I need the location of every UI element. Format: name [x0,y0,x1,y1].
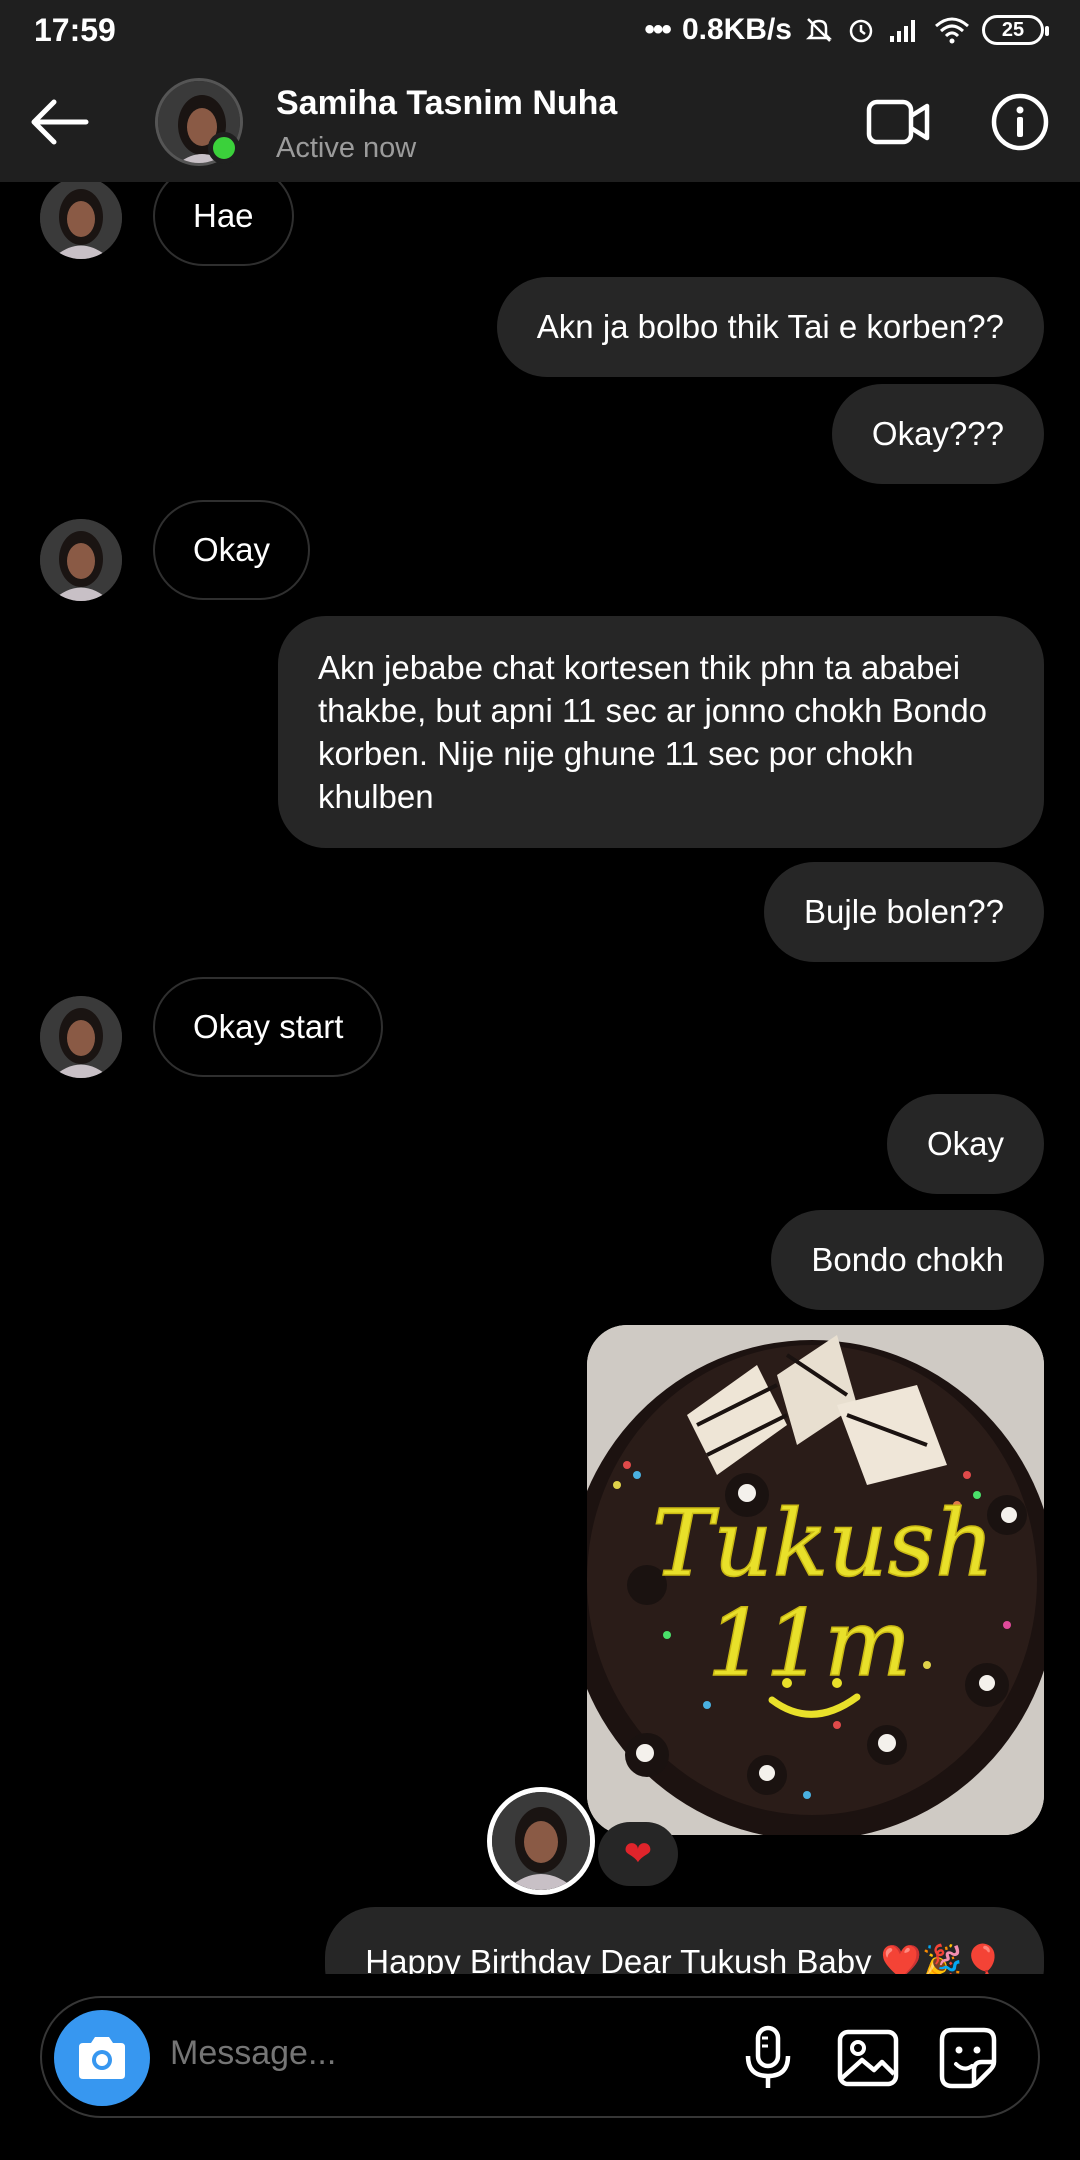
sender-avatar[interactable] [40,996,122,1078]
message-bubble-sent[interactable]: Akn ja bolbo thik Tai e korben?? [496,277,1044,377]
signal-icon [890,20,915,42]
wifi-icon [935,17,969,44]
alarm-icon [849,19,873,43]
back-arrow-icon[interactable] [28,90,92,154]
mute-bell-icon [805,18,833,42]
photo-message-cake[interactable]: Tukush 11m [587,1325,1044,1835]
message-input[interactable] [170,2034,590,2073]
message-bubble-received[interactable]: Hae [153,182,294,266]
sender-avatar[interactable] [40,182,122,259]
chat-header: Samiha Tasnim Nuha Active now [0,62,1080,182]
message-list[interactable]: Hae Akn ja bolbo thik Tai e korben?? Oka… [0,182,1080,1974]
camera-icon [79,2037,125,2079]
sender-avatar[interactable] [40,519,122,601]
video-call-icon[interactable] [865,92,931,152]
seen-by-avatar [487,1787,595,1895]
camera-button[interactable] [54,2010,150,2106]
cake-text-line2: 11m [707,1590,911,1697]
message-bubble-sent[interactable]: Bondo chokh [771,1210,1044,1310]
contact-status: Active now [276,132,417,164]
composer-area [0,1974,1080,2160]
status-bar: 17:59 ••• 0.8KB/s 25 [0,0,1080,62]
status-time: 17:59 [34,12,116,48]
cake-text-line1: Tukush [652,1490,994,1597]
message-composer [40,1996,1040,2118]
message-bubble-sent[interactable]: Bujle bolen?? [764,862,1044,962]
message-bubble-sent[interactable]: Happy Birthday Dear Tukush Baby ❤️🎉🎈 [325,1907,1044,1974]
message-bubble-sent[interactable]: Okay [886,1094,1044,1194]
network-speed: 0.8KB/s [681,13,792,46]
dots-icon: ••• [644,13,671,46]
status-icons: ••• 0.8KB/s 25 [644,10,1049,50]
battery-icon: 25 [982,15,1049,45]
sticker-icon[interactable] [932,2022,1004,2094]
online-indicator [208,132,240,164]
info-icon[interactable] [990,92,1050,152]
message-bubble-sent[interactable]: Akn jebabe chat kortesen thik phn ta aba… [278,616,1044,848]
gallery-icon[interactable] [832,2022,904,2094]
contact-name[interactable]: Samiha Tasnim Nuha [276,84,617,123]
heart-reaction-icon[interactable]: ❤ [598,1822,678,1886]
message-bubble-received[interactable]: Okay start [153,977,384,1077]
message-bubble-received[interactable]: Okay [153,500,311,600]
message-bubble-sent[interactable]: Okay??? [831,384,1044,484]
microphone-icon[interactable] [732,2022,804,2094]
